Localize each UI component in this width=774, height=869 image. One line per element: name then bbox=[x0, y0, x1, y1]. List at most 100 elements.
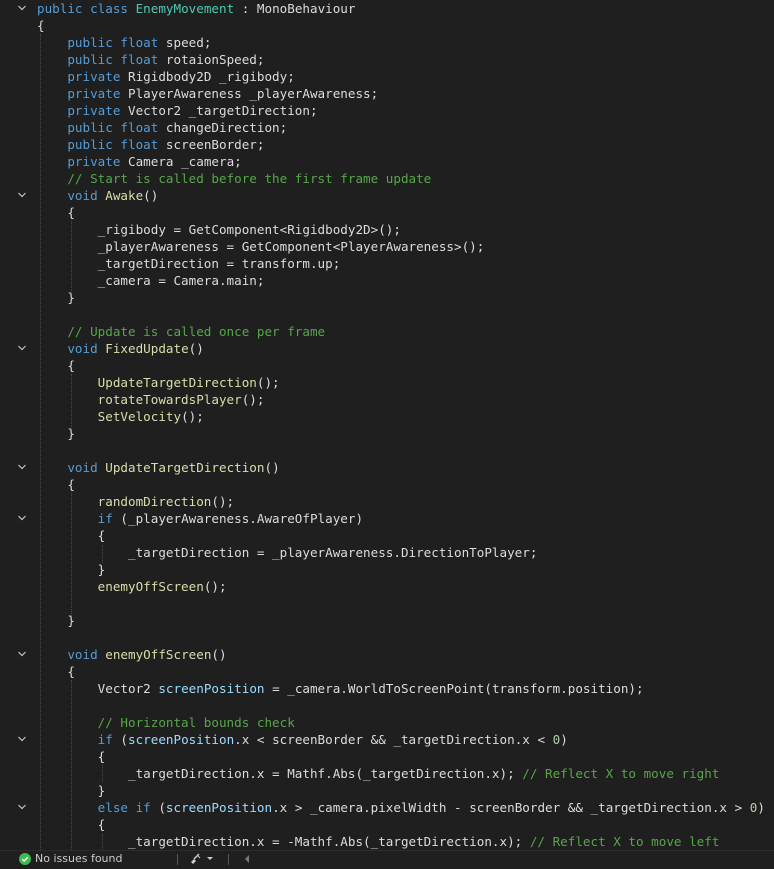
code-token: ) bbox=[757, 800, 765, 815]
code-token: { bbox=[37, 205, 75, 220]
code-line: public float changeDirection; bbox=[0, 119, 774, 136]
code-token: private bbox=[37, 154, 128, 169]
code-text: { bbox=[37, 357, 75, 374]
code-token: // Horizontal bounds check bbox=[37, 715, 295, 730]
code-line: Vector2 screenPosition = _camera.WorldTo… bbox=[0, 680, 774, 697]
code-text: } bbox=[37, 561, 106, 578]
code-line: // Horizontal bounds check bbox=[0, 714, 774, 731]
code-token: void bbox=[37, 460, 106, 475]
code-line: { bbox=[0, 17, 774, 34]
code-token: Vector2 bbox=[37, 681, 159, 696]
code-text: public float rotaionSpeed; bbox=[37, 51, 264, 68]
code-token: SetVelocity bbox=[37, 409, 182, 424]
code-cleanup-button[interactable] bbox=[190, 852, 218, 866]
code-text: public float screenBorder; bbox=[37, 136, 264, 153]
code-token: } bbox=[37, 426, 75, 441]
code-text: if (_playerAwareness.AwareOfPlayer) bbox=[37, 510, 363, 527]
code-line: } bbox=[0, 425, 774, 442]
code-token: .x > _camera.pixelWidth - screenBorder &… bbox=[272, 800, 750, 815]
code-line: public float speed; bbox=[0, 34, 774, 51]
code-text: SetVelocity(); bbox=[37, 408, 204, 425]
code-line: { bbox=[0, 663, 774, 680]
code-text: _targetDirection.x = Mathf.Abs(_targetDi… bbox=[37, 765, 719, 782]
code-token: public float bbox=[37, 120, 166, 135]
code-token: { bbox=[37, 528, 106, 543]
code-token: { bbox=[37, 664, 75, 679]
code-token: else if bbox=[37, 800, 159, 815]
code-text: else if (screenPosition.x > _camera.pixe… bbox=[37, 799, 765, 816]
code-line: randomDirection(); bbox=[0, 493, 774, 510]
code-token: () bbox=[188, 341, 204, 356]
code-token: () bbox=[143, 188, 159, 203]
code-text: { bbox=[37, 17, 45, 34]
code-line: _targetDirection = _playerAwareness.Dire… bbox=[0, 544, 774, 561]
code-token: } bbox=[37, 783, 106, 798]
code-token: (); bbox=[203, 579, 227, 594]
code-token: Awake bbox=[105, 188, 144, 203]
code-line: _targetDirection.x = Mathf.Abs(_targetDi… bbox=[0, 765, 774, 782]
code-text: private Vector2 _targetDirection; bbox=[37, 102, 317, 119]
code-line: _playerAwareness = GetComponent<PlayerAw… bbox=[0, 238, 774, 255]
code-line: { bbox=[0, 476, 774, 493]
code-text: _targetDirection = _playerAwareness.Dire… bbox=[37, 544, 537, 561]
code-text: // Start is called before the first fram… bbox=[37, 170, 431, 187]
code-token: randomDirection bbox=[37, 494, 212, 509]
fold-chevron-icon[interactable] bbox=[17, 462, 27, 472]
code-text: _camera = Camera.main; bbox=[37, 272, 265, 289]
fold-chevron-icon[interactable] bbox=[17, 343, 27, 353]
code-text: // Horizontal bounds check bbox=[37, 714, 295, 731]
fold-chevron-icon[interactable] bbox=[17, 513, 27, 523]
code-line: public class EnemyMovement : MonoBehavio… bbox=[0, 0, 774, 17]
code-line: } bbox=[0, 561, 774, 578]
code-token: // Reflect X to move right bbox=[522, 766, 720, 781]
fold-chevron-icon[interactable] bbox=[17, 190, 27, 200]
code-text: void enemyOffScreen() bbox=[37, 646, 227, 663]
code-token: _targetDirection.x = -Mathf.Abs(_targetD… bbox=[37, 834, 530, 849]
code-token: (_playerAwareness.AwareOfPlayer) bbox=[120, 511, 364, 526]
code-token: () bbox=[211, 647, 227, 662]
code-line: void FixedUpdate() bbox=[0, 340, 774, 357]
code-cleanup-brush-icon bbox=[191, 853, 201, 864]
code-line: private Vector2 _targetDirection; bbox=[0, 102, 774, 119]
status-divider bbox=[228, 854, 229, 865]
code-editor[interactable]: public class EnemyMovement : MonoBehavio… bbox=[0, 0, 774, 850]
issues-status-text[interactable]: No issues found bbox=[35, 852, 122, 866]
code-line: private Camera _camera; bbox=[0, 153, 774, 170]
code-token: = _camera.WorldToScreenPoint(transform.p… bbox=[264, 681, 644, 696]
code-text: _targetDirection.x = -Mathf.Abs(_targetD… bbox=[37, 833, 719, 850]
code-text: { bbox=[37, 204, 75, 221]
code-text: public float speed; bbox=[37, 34, 211, 51]
code-token: () bbox=[264, 460, 280, 475]
code-line: void Awake() bbox=[0, 187, 774, 204]
fold-chevron-icon[interactable] bbox=[17, 3, 27, 13]
code-token: } bbox=[37, 613, 75, 628]
fold-chevron-icon[interactable] bbox=[17, 802, 27, 812]
code-line: _targetDirection = transform.up; bbox=[0, 255, 774, 272]
code-token: speed; bbox=[165, 35, 212, 50]
code-token: // Update is called once per frame bbox=[37, 324, 326, 339]
code-token: private bbox=[37, 69, 128, 84]
code-line: _camera = Camera.main; bbox=[0, 272, 774, 289]
code-token: public float bbox=[37, 35, 166, 50]
code-line: else if (screenPosition.x > _camera.pixe… bbox=[0, 799, 774, 816]
code-line: // Update is called once per frame bbox=[0, 323, 774, 340]
code-text: void Awake() bbox=[37, 187, 158, 204]
code-text: if (screenPosition.x < screenBorder && _… bbox=[37, 731, 568, 748]
code-text: void FixedUpdate() bbox=[37, 340, 204, 357]
check-circle-icon[interactable] bbox=[19, 853, 31, 865]
scroll-left-arrow-icon[interactable] bbox=[243, 854, 251, 864]
code-token: .x < screenBorder && _targetDirection.x … bbox=[234, 732, 553, 747]
code-line: enemyOffScreen(); bbox=[0, 578, 774, 595]
fold-chevron-icon[interactable] bbox=[17, 649, 27, 659]
code-token: { bbox=[37, 18, 45, 33]
code-text: UpdateTargetDirection(); bbox=[37, 374, 280, 391]
code-line: } bbox=[0, 782, 774, 799]
code-text: Vector2 screenPosition = _camera.WorldTo… bbox=[37, 680, 644, 697]
fold-chevron-icon[interactable] bbox=[17, 734, 27, 744]
code-token: ( bbox=[120, 732, 128, 747]
